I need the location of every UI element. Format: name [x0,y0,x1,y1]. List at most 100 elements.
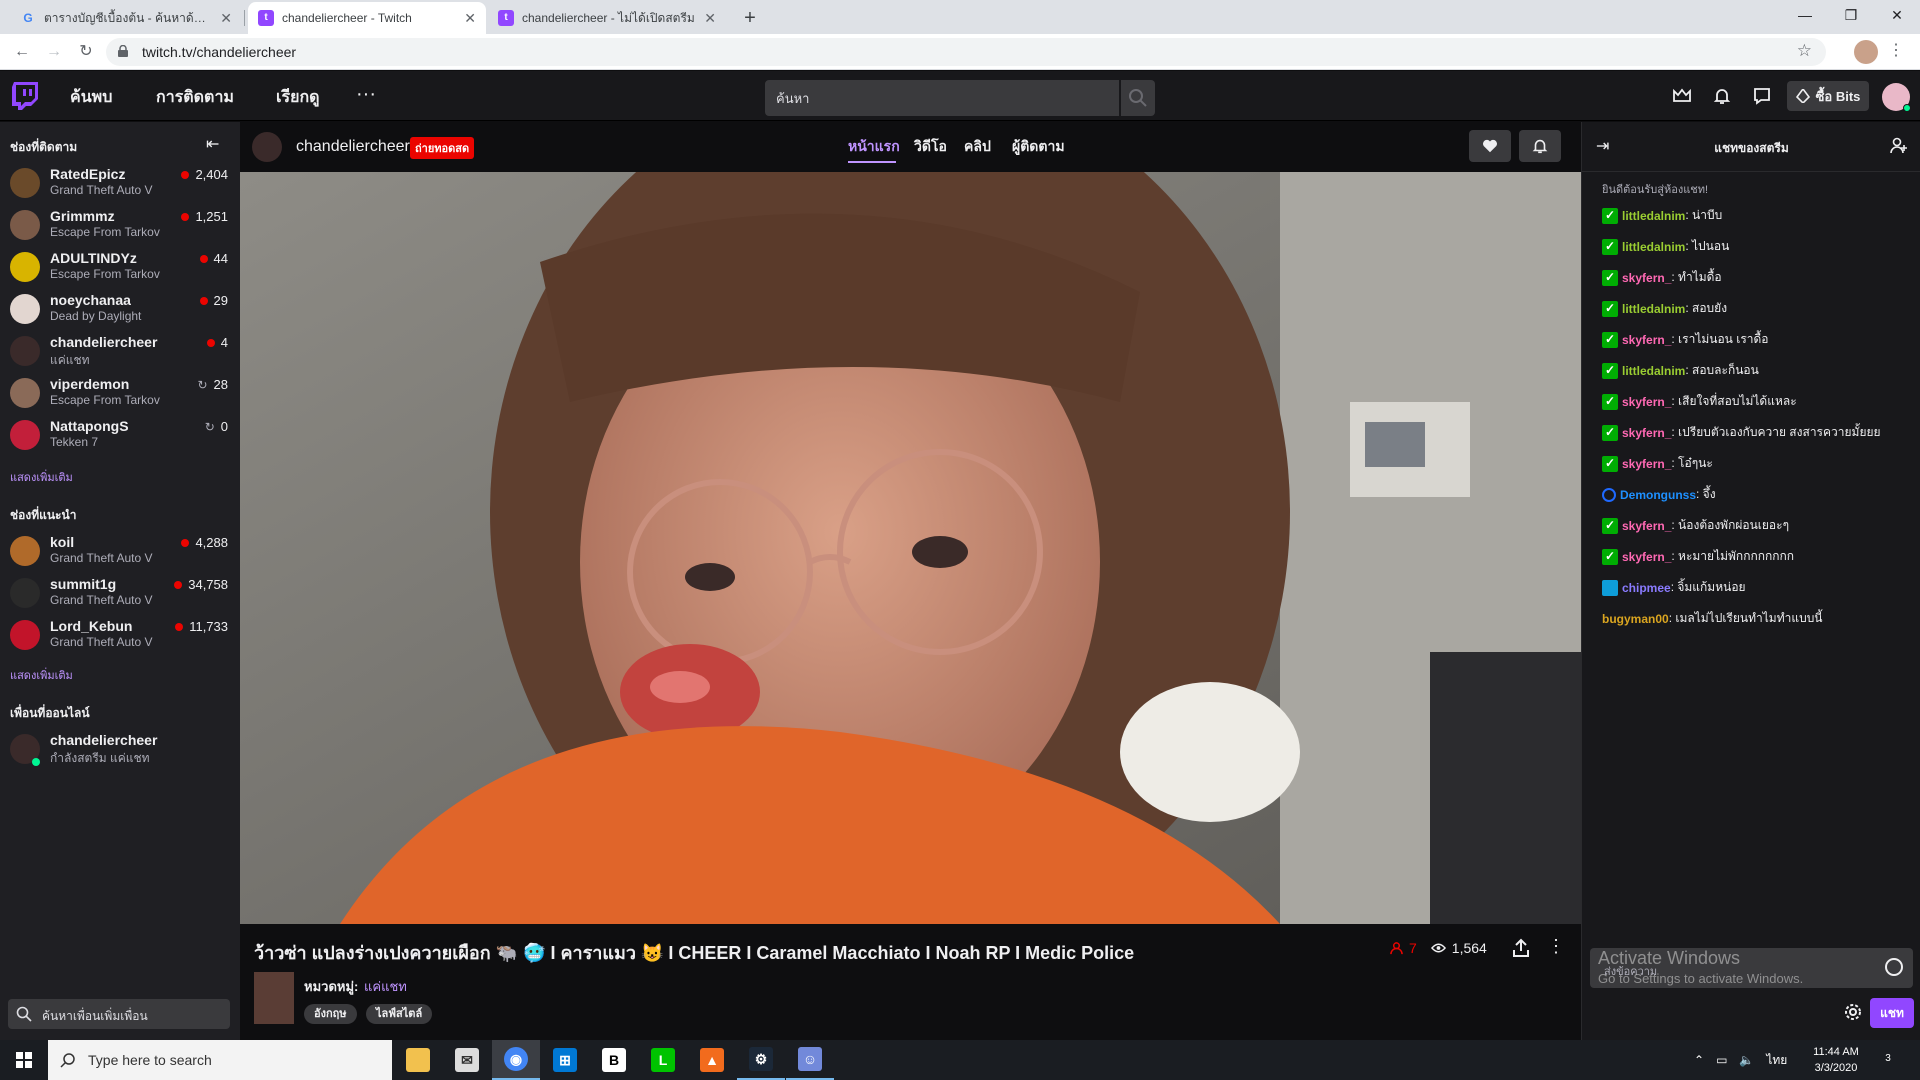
chat-username[interactable]: skyfern_ [1622,333,1671,347]
address-bar[interactable]: twitch.tv/chandeliercheer ☆ [106,38,1826,66]
tab-videos[interactable]: วิดีโอ [914,136,947,158]
restore-icon[interactable]: ❐ [1828,0,1874,30]
sidebar-channel-item[interactable]: noeychanaa Dead by Daylight 29 [0,288,240,330]
browser-tab-twitch-offline[interactable]: t chandeliercheer - ไม่ได้เปิดสตรีม ✕ [488,2,726,34]
nav-following[interactable]: การติดตาม [156,85,234,110]
turbo-badge-icon[interactable] [1602,487,1616,502]
notifications-toggle-button[interactable] [1519,130,1561,162]
sidebar-channel-item[interactable]: koil Grand Theft Auto V 4,288 [0,530,240,572]
steam-app[interactable]: ⚙ [737,1040,785,1080]
share-icon[interactable] [1511,938,1531,958]
sidebar-channel-item[interactable]: Grimmmz Escape From Tarkov 1,251 [0,204,240,246]
chat-username[interactable]: skyfern_ [1622,457,1671,471]
bookmark-star-icon[interactable]: ☆ [1797,41,1812,61]
reload-icon[interactable]: ↻ [74,40,98,64]
action-center-icon[interactable]: 3 [1876,1048,1900,1072]
sidebar-channel-item[interactable]: NattapongS Tekken 7 ↻ 0 [0,414,240,456]
file-explorer-app[interactable] [394,1040,442,1080]
follow-heart-button[interactable] [1469,130,1511,162]
browser-menu-icon[interactable]: ⋮ [1888,40,1904,64]
mod-badge-icon[interactable] [1602,362,1618,379]
channel-name[interactable]: chandeliercheer [296,138,410,156]
bandicam-app[interactable]: B [590,1040,638,1080]
chat-input[interactable]: ส่งข้อความ [1590,948,1913,988]
chevron-up-icon[interactable]: ⌃ [1694,1053,1704,1067]
chat-username[interactable]: littledalnim [1622,302,1685,316]
sidebar-channel-item[interactable]: summit1g Grand Theft Auto V 34,758 [0,572,240,614]
volume-icon[interactable]: 🔈 [1739,1053,1754,1067]
crown-icon[interactable] [1672,86,1692,106]
emote-picker-icon[interactable] [1885,958,1903,976]
collapse-sidebar-icon[interactable]: ⇤ [206,134,219,154]
mod-badge-icon[interactable] [1602,269,1618,286]
prime-badge-icon[interactable] [1602,579,1618,596]
get-bits-button[interactable]: ซื้อ Bits [1787,81,1869,111]
chat-username[interactable]: skyfern_ [1622,271,1671,285]
window-close-icon[interactable]: ✕ [1874,0,1920,30]
friend-item[interactable]: chandeliercheer กำลังสตรีม แค่แชท [0,728,240,770]
chat-send-button[interactable]: แชท [1870,998,1914,1028]
chat-username[interactable]: littledalnim [1622,364,1685,378]
chat-username[interactable]: chipmee [1622,581,1671,595]
notifications-bell-icon[interactable] [1712,86,1732,106]
close-icon[interactable]: ✕ [220,10,232,27]
tab-followers[interactable]: ผู้ติดตาม [1012,136,1065,158]
mod-badge-icon[interactable] [1602,393,1618,410]
mail-app[interactable]: ✉ [443,1040,491,1080]
show-more-recommended-link[interactable]: แสดงเพิ่มเติม [10,666,73,684]
chat-username[interactable]: skyfern_ [1622,426,1671,440]
mod-badge-icon[interactable] [1602,331,1618,348]
browser-tab-google[interactable]: G ตารางบัญชีเบื้องต้น - ค้นหาด้วย Goog ✕ [10,2,242,34]
sidebar-channel-item[interactable]: Lord_Kebun Grand Theft Auto V 11,733 [0,614,240,656]
nav-browse[interactable]: ค้นพบ [70,85,112,110]
windows-start-button[interactable] [0,1040,48,1080]
close-icon[interactable]: ✕ [464,10,476,27]
search-input[interactable] [765,80,1119,116]
close-icon[interactable]: ✕ [704,10,716,27]
sidebar-channel-item[interactable]: ADULTINDYz Escape From Tarkov 44 [0,246,240,288]
chat-username[interactable]: bugyman00 [1602,612,1669,626]
mod-badge-icon[interactable] [1602,207,1618,224]
nav-esports[interactable]: เรียกดู [276,85,320,110]
store-app[interactable]: ⊞ [541,1040,589,1080]
tab-home[interactable]: หน้าแรก [848,136,900,158]
show-more-followed-link[interactable]: แสดงเพิ่มเติม [10,468,73,486]
line-app[interactable]: L [639,1040,687,1080]
sidebar-channel-item[interactable]: chandeliercheer แค่แชท 4 [0,330,240,372]
channel-avatar[interactable] [252,132,282,162]
whispers-icon[interactable] [1752,86,1772,106]
browser-profile-avatar[interactable] [1854,40,1878,64]
twitch-logo-icon[interactable] [12,82,38,110]
stream-tag[interactable]: ไลฟ์สไตล์ [366,1004,433,1024]
clock[interactable]: 11:44 AM 3/3/2020 [1796,1044,1876,1076]
more-options-vertical-icon[interactable]: ⋮ [1547,936,1565,957]
chat-username[interactable]: littledalnim [1622,209,1685,223]
chat-users-icon[interactable] [1889,136,1909,156]
network-icon[interactable]: ▭ [1716,1053,1727,1067]
back-arrow-icon[interactable]: ← [10,40,34,64]
orange-app[interactable]: ▲ [688,1040,736,1080]
tab-clips[interactable]: คลิป [964,136,991,158]
chat-username[interactable]: skyfern_ [1622,395,1671,409]
mod-badge-icon[interactable] [1602,238,1618,255]
more-options-icon[interactable]: ··· [356,83,376,106]
chat-username[interactable]: skyfern_ [1622,550,1671,564]
browser-tab-twitch-active[interactable]: t chandeliercheer - Twitch ✕ [248,2,486,34]
stream-tag[interactable]: อังกฤษ [304,1004,357,1024]
search-button[interactable] [1121,80,1155,116]
category-box-art[interactable] [254,972,294,1024]
mod-badge-icon[interactable] [1602,548,1618,565]
mod-badge-icon[interactable] [1602,517,1618,534]
input-language[interactable]: ไทย [1766,1051,1787,1070]
mod-badge-icon[interactable] [1602,300,1618,317]
chat-username[interactable]: skyfern_ [1622,519,1671,533]
sidebar-channel-item[interactable]: viperdemon Escape From Tarkov ↻ 28 [0,372,240,414]
discord-app[interactable]: ☺ [786,1040,834,1080]
mod-badge-icon[interactable] [1602,424,1618,441]
category-link[interactable]: แค่แชท [364,976,407,997]
chrome-app[interactable]: ◉ [492,1040,540,1080]
mod-badge-icon[interactable] [1602,455,1618,472]
chat-username[interactable]: Demongunss [1620,488,1696,502]
taskbar-search[interactable]: Type here to search [48,1040,392,1080]
chat-username[interactable]: littledalnim [1622,240,1685,254]
